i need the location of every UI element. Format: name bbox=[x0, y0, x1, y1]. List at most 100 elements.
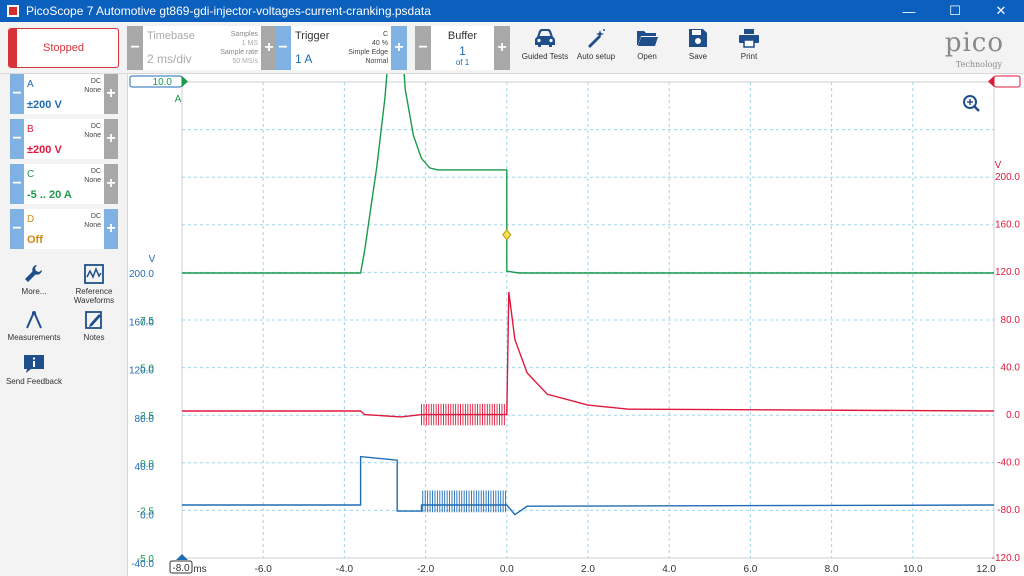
channel-d-plus-button[interactable]: + bbox=[104, 209, 118, 249]
axis-a-tick-label: 0.0 bbox=[140, 511, 154, 522]
buffer-panel[interactable]: Buffer 1 of 1 bbox=[431, 26, 494, 70]
feedback-icon bbox=[24, 355, 44, 373]
axis-b-tick-label: 160.0 bbox=[995, 220, 1020, 231]
axis-b-tick-label: -40.0 bbox=[997, 458, 1020, 469]
buffer-minus-button[interactable]: − bbox=[415, 26, 431, 70]
trigger-mode: Normal bbox=[365, 58, 388, 65]
save-button[interactable]: Save bbox=[673, 28, 723, 61]
channel-d-range: Off bbox=[27, 234, 43, 246]
trigger-panel[interactable]: Trigger 1 A C 40 % Simple Edge Normal bbox=[291, 26, 391, 70]
open-button[interactable]: Open bbox=[622, 28, 672, 61]
x-tick-label: -2.0 bbox=[417, 564, 435, 575]
axis-b-tick-label: 80.0 bbox=[1001, 315, 1021, 326]
buffer-plus-button[interactable]: + bbox=[494, 26, 510, 70]
folder-icon bbox=[637, 31, 658, 46]
axis-b-marker-box bbox=[993, 75, 1021, 88]
axis-a-unit: V bbox=[149, 254, 156, 265]
axis-b-tick-label: 40.0 bbox=[1001, 362, 1021, 373]
channel-c-coupling: DC None bbox=[84, 168, 101, 184]
guided-tests-button[interactable]: Guided Tests bbox=[520, 28, 570, 61]
buffer-of: of 1 bbox=[455, 58, 470, 67]
axis-b-tick-label: 0.0 bbox=[1006, 410, 1020, 421]
buffer-value: 1 bbox=[459, 44, 466, 58]
scope-grid bbox=[181, 81, 995, 559]
channel-a-coupling: DC None bbox=[84, 78, 101, 94]
timebase-label: Timebase bbox=[147, 30, 195, 42]
auto-setup-button[interactable]: Auto setup bbox=[571, 28, 621, 61]
channel-c-range: -5 .. 20 A bbox=[27, 189, 72, 201]
caliper-icon bbox=[26, 311, 42, 329]
axis-b-tick-label: -120.0 bbox=[992, 553, 1021, 564]
timebase-panel[interactable]: Timebase 2 ms/div Samples 1 MS Sample ra… bbox=[143, 26, 261, 70]
trigger-minus-button[interactable]: − bbox=[275, 26, 291, 70]
x-tick-label: 6.0 bbox=[743, 564, 757, 575]
x-tick-label: 0.0 bbox=[500, 564, 514, 575]
measurements-button[interactable]: Measurements bbox=[4, 310, 64, 342]
channel-d-panel[interactable]: D DC None Off bbox=[24, 209, 104, 249]
axis-a-tick-label: 40.0 bbox=[135, 462, 155, 473]
channel-c-minus-button[interactable]: − bbox=[10, 164, 24, 204]
notes-button[interactable]: Notes bbox=[64, 310, 124, 342]
run-state-label: Stopped bbox=[43, 42, 84, 54]
scope-view[interactable]: 7.55.02.50.0-2.5-5.0A200.0160.0120.080.0… bbox=[128, 74, 1024, 576]
axis-b-unit: V bbox=[995, 160, 1002, 171]
more-button[interactable]: More... bbox=[4, 264, 64, 296]
trigger-value: 1 A bbox=[295, 52, 313, 66]
channel-a-minus-button[interactable]: − bbox=[10, 74, 24, 114]
print-button[interactable]: Print bbox=[724, 28, 774, 61]
channel-c-control: − C DC None -5 .. 20 A + bbox=[10, 164, 118, 204]
x-tick-label: 2.0 bbox=[581, 564, 595, 575]
more-label: More... bbox=[21, 287, 47, 296]
channel-a-panel[interactable]: A DC None ±200 V bbox=[24, 74, 104, 114]
app-icon bbox=[6, 4, 20, 18]
channel-b-panel[interactable]: B DC None ±200 V bbox=[24, 119, 104, 159]
channel-b-minus-button[interactable]: − bbox=[10, 119, 24, 159]
notes-label: Notes bbox=[83, 333, 105, 342]
axis-a-tick-label: -40.0 bbox=[131, 559, 154, 570]
title-bar: PicoScope 7 Automotive gt869-gdi-injecto… bbox=[0, 0, 1024, 22]
channel-a-name: A bbox=[27, 79, 34, 90]
channel-c-panel[interactable]: C DC None -5 .. 20 A bbox=[24, 164, 104, 204]
samples-value: 1 MS bbox=[241, 40, 258, 47]
channel-d-minus-button[interactable]: − bbox=[10, 209, 24, 249]
logo-sub: Technology bbox=[955, 60, 1002, 69]
channel-a-plus-button[interactable]: + bbox=[104, 74, 118, 114]
send-feedback-label: Send Feedback bbox=[5, 377, 63, 386]
channel-b-control: − B DC None ±200 V + bbox=[10, 119, 118, 159]
x-tick-label: 10.0 bbox=[903, 564, 923, 575]
waveform-icon bbox=[84, 264, 104, 284]
x-start-marker-value: -8.0 bbox=[172, 563, 190, 574]
channel-d-coupling: DC None bbox=[84, 213, 101, 229]
channel-c-plus-button[interactable]: + bbox=[104, 164, 118, 204]
run-stop-button[interactable]: Stopped bbox=[8, 28, 119, 68]
minimize-button[interactable]: — bbox=[886, 0, 932, 22]
channel-b-plus-button[interactable]: + bbox=[104, 119, 118, 159]
axis-a-tick-label: 160.0 bbox=[129, 317, 154, 328]
measurements-label: Measurements bbox=[7, 333, 61, 342]
auto-setup-label: Auto setup bbox=[576, 52, 616, 61]
buffer-label: Buffer bbox=[447, 30, 478, 42]
logo-word: pico bbox=[944, 28, 1004, 58]
axis-b-tick-label: -80.0 bbox=[997, 505, 1020, 516]
reference-waveforms-label: Reference Waveforms bbox=[73, 287, 115, 305]
timebase-minus-button[interactable]: − bbox=[127, 26, 143, 70]
sidebar: − A DC None ±200 V + − B DC None ±200 V + … bbox=[0, 74, 128, 576]
trigger-label: Trigger bbox=[295, 30, 330, 42]
reference-waveforms-button[interactable]: Reference Waveforms bbox=[64, 264, 124, 305]
x-tick-label: 4.0 bbox=[662, 564, 676, 575]
maximize-button[interactable]: ☐ bbox=[932, 0, 978, 22]
sample-rate-value: 50 MS/s bbox=[232, 58, 258, 65]
channel-a-range: ±200 V bbox=[27, 99, 62, 111]
buffer-control: − Buffer 1 of 1 + bbox=[415, 26, 510, 70]
channel-b-name: B bbox=[27, 124, 34, 135]
trigger-position: 40 % bbox=[372, 40, 388, 47]
save-label: Save bbox=[688, 52, 708, 61]
channel-d-control: − D DC None Off + bbox=[10, 209, 118, 249]
axis-b-tick-label: 200.0 bbox=[995, 172, 1020, 183]
close-button[interactable]: ✕ bbox=[978, 0, 1024, 22]
trigger-plus-button[interactable]: + bbox=[391, 26, 407, 70]
samples-label: Samples bbox=[230, 31, 258, 38]
send-feedback-button[interactable]: Send Feedback bbox=[4, 354, 64, 386]
x-tick-label: -6.0 bbox=[255, 564, 273, 575]
toolbar: Stopped − Timebase 2 ms/div Samples 1 MS… bbox=[0, 22, 1024, 74]
